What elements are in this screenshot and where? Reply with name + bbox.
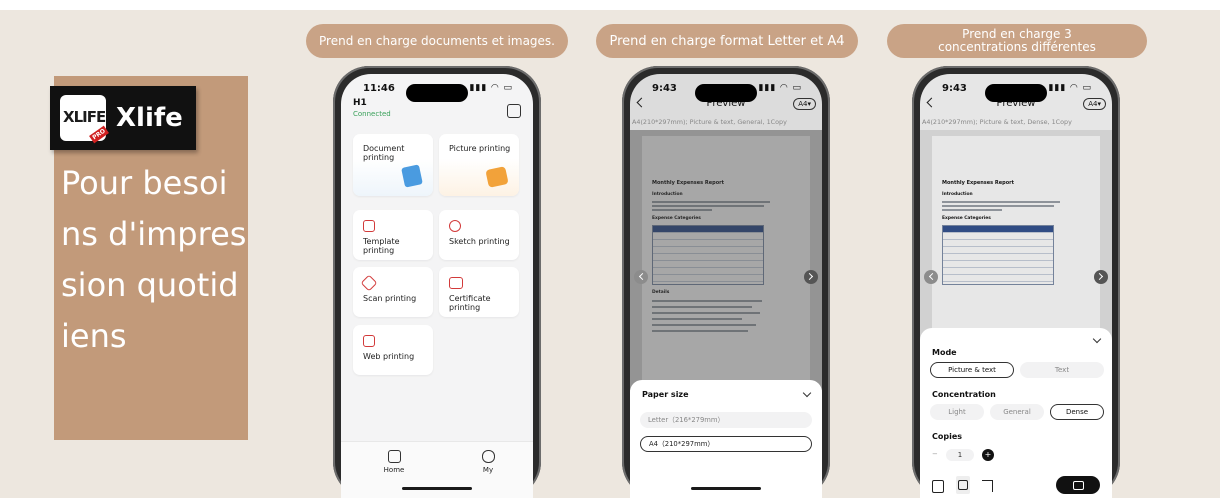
certificate-icon (449, 277, 463, 289)
concentration-general[interactable]: General (990, 404, 1044, 420)
top-strip (0, 0, 1220, 10)
sketch-icon (449, 220, 461, 232)
certificate-printing-card[interactable]: Certificate printing (439, 267, 519, 317)
print-options-sheet: Mode Picture & text Text Concentration L… (920, 328, 1112, 498)
phone-home: 11:46 ▮▮▮ ◠ ▭ H1 Connected Document prin… (333, 66, 541, 498)
document-printing-card[interactable]: Document printing (353, 134, 433, 196)
stage: XLIFE PRO Xlife Pour besoins d'impressio… (0, 0, 1220, 498)
tab-home[interactable]: Home (369, 450, 419, 474)
paper-option-letter[interactable]: Letter（216*279mm） (640, 412, 812, 428)
paper-size-sheet: Paper size Letter（216*279mm） A4（210*297m… (630, 380, 822, 498)
add-device-icon[interactable] (507, 104, 521, 118)
profile-icon (481, 450, 495, 463)
next-page-icon[interactable] (804, 270, 818, 284)
picture-icon (485, 166, 509, 188)
scan-icon (360, 274, 378, 292)
picture-printing-card[interactable]: Picture printing (439, 134, 519, 196)
template-printing-card[interactable]: Template printing (353, 210, 433, 260)
print-button[interactable] (1056, 476, 1100, 494)
xlife-logo-icon: XLIFE PRO (60, 95, 109, 144)
tab-my-label: My (482, 466, 494, 474)
signal-battery-icon: ▮▮▮ ◠ ▭ (469, 83, 513, 93)
copy-icon[interactable] (932, 480, 944, 493)
paper-option-a4[interactable]: A4（210*297mm） (640, 436, 812, 452)
paper-size-title: Paper size (642, 390, 689, 399)
tab-home-label: Home (383, 466, 405, 474)
previous-page-icon[interactable] (924, 270, 938, 284)
phone-paper-size: 9:43 ▮▮▮ ◠ ▭ Preview A4▾ A4(210*297mm); … (622, 66, 830, 498)
next-page-icon[interactable] (1094, 270, 1108, 284)
chevron-down-icon[interactable] (802, 388, 812, 398)
increase-copies-button[interactable]: + (982, 449, 994, 461)
card-label: Document printing (363, 144, 405, 162)
print-settings-icon[interactable] (956, 476, 970, 494)
copies-stepper: − 1 + (932, 449, 1002, 463)
card-label: Web printing (363, 352, 415, 361)
device-name[interactable]: H1 (353, 98, 367, 108)
feature-pill-documents: Prend en charge documents et images. (306, 24, 568, 58)
concentration-dense[interactable]: Dense (1050, 404, 1104, 420)
crop-icon[interactable] (982, 480, 993, 492)
card-label: Sketch printing (449, 237, 510, 246)
preview-screen: 9:43 ▮▮▮ ◠ ▭ Preview A4▾ A4(210*297mm); … (920, 74, 1112, 498)
chevron-down-icon[interactable] (1092, 334, 1102, 344)
headline: Pour besoins d'impression quotidiens (61, 164, 247, 355)
dynamic-island (406, 84, 468, 102)
card-label: Template printing (363, 237, 400, 255)
card-label: Picture printing (449, 144, 511, 153)
home-indicator (691, 487, 761, 490)
card-label: Scan printing (363, 294, 417, 303)
dynamic-island (985, 84, 1047, 102)
paper-size-chip[interactable]: A4▾ (793, 98, 816, 110)
decrease-copies-button[interactable]: − (932, 450, 938, 458)
home-icon (387, 450, 401, 463)
status-time: 11:46 (363, 83, 395, 94)
feature-pill-concentrations-text: Prend en charge 3 concentrations différe… (938, 27, 1096, 54)
mode-picture-text[interactable]: Picture & text (930, 362, 1014, 378)
copies-title: Copies (932, 432, 963, 441)
previous-page-icon[interactable] (634, 270, 648, 284)
logo-badge: PRO (88, 125, 109, 144)
template-icon (363, 220, 375, 232)
card-label: Certificate printing (449, 294, 491, 312)
print-settings-summary: A4(210*297mm); Picture & text, Dense, 1C… (922, 118, 1072, 126)
document-icon (401, 164, 423, 188)
status-time: 9:43 (652, 83, 677, 94)
feature-pill-concentrations: Prend en charge 3 concentrations différe… (887, 24, 1147, 58)
status-time: 9:43 (942, 83, 967, 94)
tab-my[interactable]: My (463, 450, 513, 474)
logo-text: XLIFE (63, 108, 106, 126)
connection-status: Connected (353, 110, 391, 118)
sketch-printing-card[interactable]: Sketch printing (439, 210, 519, 260)
concentration-light[interactable]: Light (930, 404, 984, 420)
mode-title: Mode (932, 348, 957, 357)
home-indicator (402, 487, 472, 490)
document-preview: Monthly Expenses Report Introduction Exp… (630, 130, 822, 390)
scan-printing-card[interactable]: Scan printing (353, 267, 433, 317)
signal-battery-icon: ▮▮▮ ◠ ▭ (1048, 83, 1092, 93)
concentration-title: Concentration (932, 390, 996, 399)
copies-value[interactable]: 1 (946, 449, 974, 461)
web-icon (363, 335, 375, 347)
modal-overlay[interactable] (630, 130, 822, 390)
brand-name: Xlife (116, 103, 183, 133)
signal-battery-icon: ▮▮▮ ◠ ▭ (758, 83, 802, 93)
mode-text[interactable]: Text (1020, 362, 1104, 378)
preview-toolbar (920, 476, 1112, 496)
paper-size-chip[interactable]: A4▾ (1083, 98, 1106, 110)
feature-pill-formats: Prend en charge format Letter et A4 (596, 24, 858, 58)
web-printing-card[interactable]: Web printing (353, 325, 433, 375)
print-settings-summary: A4(210*297mm); Picture & text, General, … (632, 118, 787, 126)
home-screen: 11:46 ▮▮▮ ◠ ▭ H1 Connected Document prin… (341, 74, 533, 498)
phone-concentration: 9:43 ▮▮▮ ◠ ▭ Preview A4▾ A4(210*297mm); … (912, 66, 1120, 498)
preview-screen: 9:43 ▮▮▮ ◠ ▭ Preview A4▾ A4(210*297mm); … (630, 74, 822, 498)
brand-logo: XLIFE PRO Xlife (50, 86, 196, 150)
dynamic-island (695, 84, 757, 102)
